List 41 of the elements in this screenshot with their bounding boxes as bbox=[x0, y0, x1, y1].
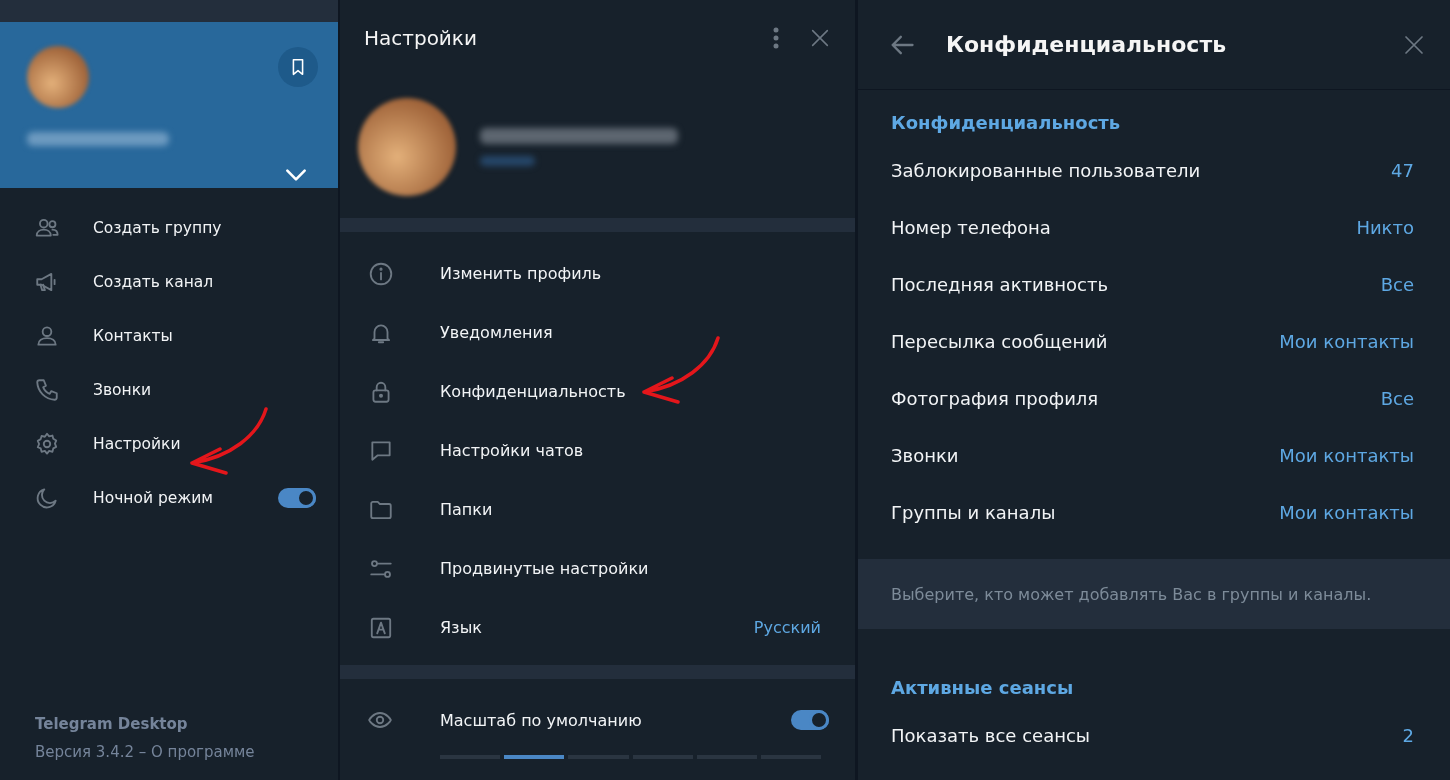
panel-title: Конфиденциальность bbox=[946, 32, 1228, 57]
settings-item[interactable]: Уведомления bbox=[340, 303, 855, 362]
info-icon bbox=[368, 260, 394, 287]
more-vertical-icon bbox=[773, 26, 779, 49]
section-heading: Конфиденциальность bbox=[890, 111, 1122, 135]
menu-item[interactable]: Создать канал bbox=[0, 255, 338, 309]
settings-item[interactable]: Папки bbox=[340, 480, 855, 539]
saved-messages-button[interactable] bbox=[278, 47, 318, 87]
toggle-switch[interactable] bbox=[278, 488, 316, 508]
settings-item[interactable]: Продвинутые настройки bbox=[340, 539, 855, 598]
panel-title: Настройки bbox=[364, 25, 478, 50]
settings-item[interactable]: Настройки чатов bbox=[340, 421, 855, 480]
privacy-row[interactable]: Номер телефона Никто bbox=[858, 199, 1450, 256]
menu-item[interactable]: Создать группу bbox=[0, 201, 338, 255]
hint-text: Выберите, кто может добавлять Вас в группы и каналы. bbox=[891, 584, 1372, 604]
privacy-row[interactable]: Последняя активность Все bbox=[858, 256, 1450, 313]
menu-label: Ночной режим bbox=[93, 489, 214, 507]
settings-item[interactable]: Язык Русский bbox=[340, 598, 855, 657]
menu-item[interactable]: Настройки bbox=[0, 417, 338, 471]
settings-item[interactable]: Конфиденциальность bbox=[340, 362, 855, 421]
menu-item[interactable]: Контакты bbox=[0, 309, 338, 363]
moon-icon bbox=[34, 485, 60, 511]
person-icon bbox=[34, 323, 60, 349]
toggle-switch[interactable] bbox=[791, 710, 829, 730]
version-text: Версия 3.4.2 – О программе bbox=[35, 742, 256, 763]
menu-item[interactable]: Звонки bbox=[0, 363, 338, 417]
avatar-photo-placeholder[interactable] bbox=[358, 97, 456, 196]
privacy-row[interactable]: Фотография профиля Все bbox=[858, 370, 1450, 427]
scale-label: Масштаб по умолчанию bbox=[440, 710, 642, 730]
app-name: Telegram Desktop bbox=[35, 714, 189, 735]
privacy-row[interactable]: Показать все сеансы 2 bbox=[858, 707, 1450, 764]
settings-icon bbox=[34, 431, 60, 457]
settings-item[interactable]: Изменить профиль bbox=[340, 244, 855, 303]
privacy-row[interactable]: Группы и каналы Мои контакты bbox=[858, 484, 1450, 541]
privacy-row[interactable]: Пересылка сообщений Мои контакты bbox=[858, 313, 1450, 370]
privacy-row[interactable]: Звонки Мои контакты bbox=[858, 427, 1450, 484]
phone-icon bbox=[34, 377, 60, 403]
section-heading: Активные сеансы bbox=[890, 676, 1075, 700]
more-button[interactable] bbox=[773, 26, 779, 49]
privacy-row[interactable]: Заблокированные пользователи 47 bbox=[858, 142, 1450, 199]
blurred-username-placeholder bbox=[480, 155, 535, 166]
